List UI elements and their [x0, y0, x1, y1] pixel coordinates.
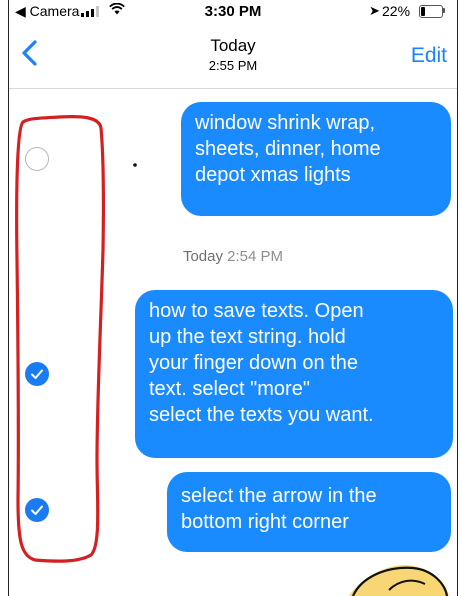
conversation-title: Today	[210, 36, 256, 55]
timestamp-day: Today	[182, 248, 223, 265]
message-line: sheets, dinner, home	[195, 138, 381, 160]
battery-icon	[419, 5, 443, 18]
status-bar: ◀ Camera 3:30 PM ➤ 22%	[9, 0, 457, 22]
select-circle-unchecked[interactable]	[25, 147, 49, 171]
black-scribble	[388, 579, 426, 591]
message-bubble[interactable]: select the arrow in the bottom right cor…	[167, 472, 451, 552]
black-scribble	[351, 566, 449, 596]
navigation-bar: Today 2:55 PM Edit	[9, 22, 457, 89]
red-circle-annotation	[15, 115, 105, 563]
message-line: depot xmas lights	[195, 164, 351, 186]
message-line: select the arrow in the	[181, 485, 377, 507]
emoji-fragment	[349, 565, 449, 596]
message-line: how to save texts. Open	[149, 300, 364, 322]
select-circle-checked[interactable]	[25, 362, 49, 386]
message-bubble[interactable]: window shrink wrap, sheets, dinner, home…	[181, 102, 451, 216]
messages-screen: ◀ Camera 3:30 PM ➤ 22% Today 2:55 PM Edi…	[8, 0, 458, 596]
select-circle-checked[interactable]	[25, 498, 49, 522]
message-line: up the text string. hold	[149, 326, 346, 348]
message-line: text. select "more"	[149, 378, 310, 400]
message-line: your finger down on the	[149, 352, 359, 374]
timestamp-time: 2:54 PM	[227, 248, 284, 265]
message-line: window shrink wrap,	[195, 112, 376, 134]
message-line: bottom right corner	[181, 511, 349, 533]
conversation-subtitle: 2:55 PM	[208, 58, 258, 73]
message-bubble[interactable]: how to save texts. Open up the text stri…	[135, 290, 453, 458]
battery-tip	[443, 8, 445, 13]
location-arrow-icon: ➤	[369, 3, 380, 18]
edit-button[interactable]: Edit	[411, 44, 447, 68]
stray-dot	[133, 163, 137, 167]
message-timestamp: Today 2:54 PM	[9, 248, 457, 265]
battery-percent: 22%	[382, 3, 411, 19]
message-line: select the texts you want.	[149, 404, 374, 426]
